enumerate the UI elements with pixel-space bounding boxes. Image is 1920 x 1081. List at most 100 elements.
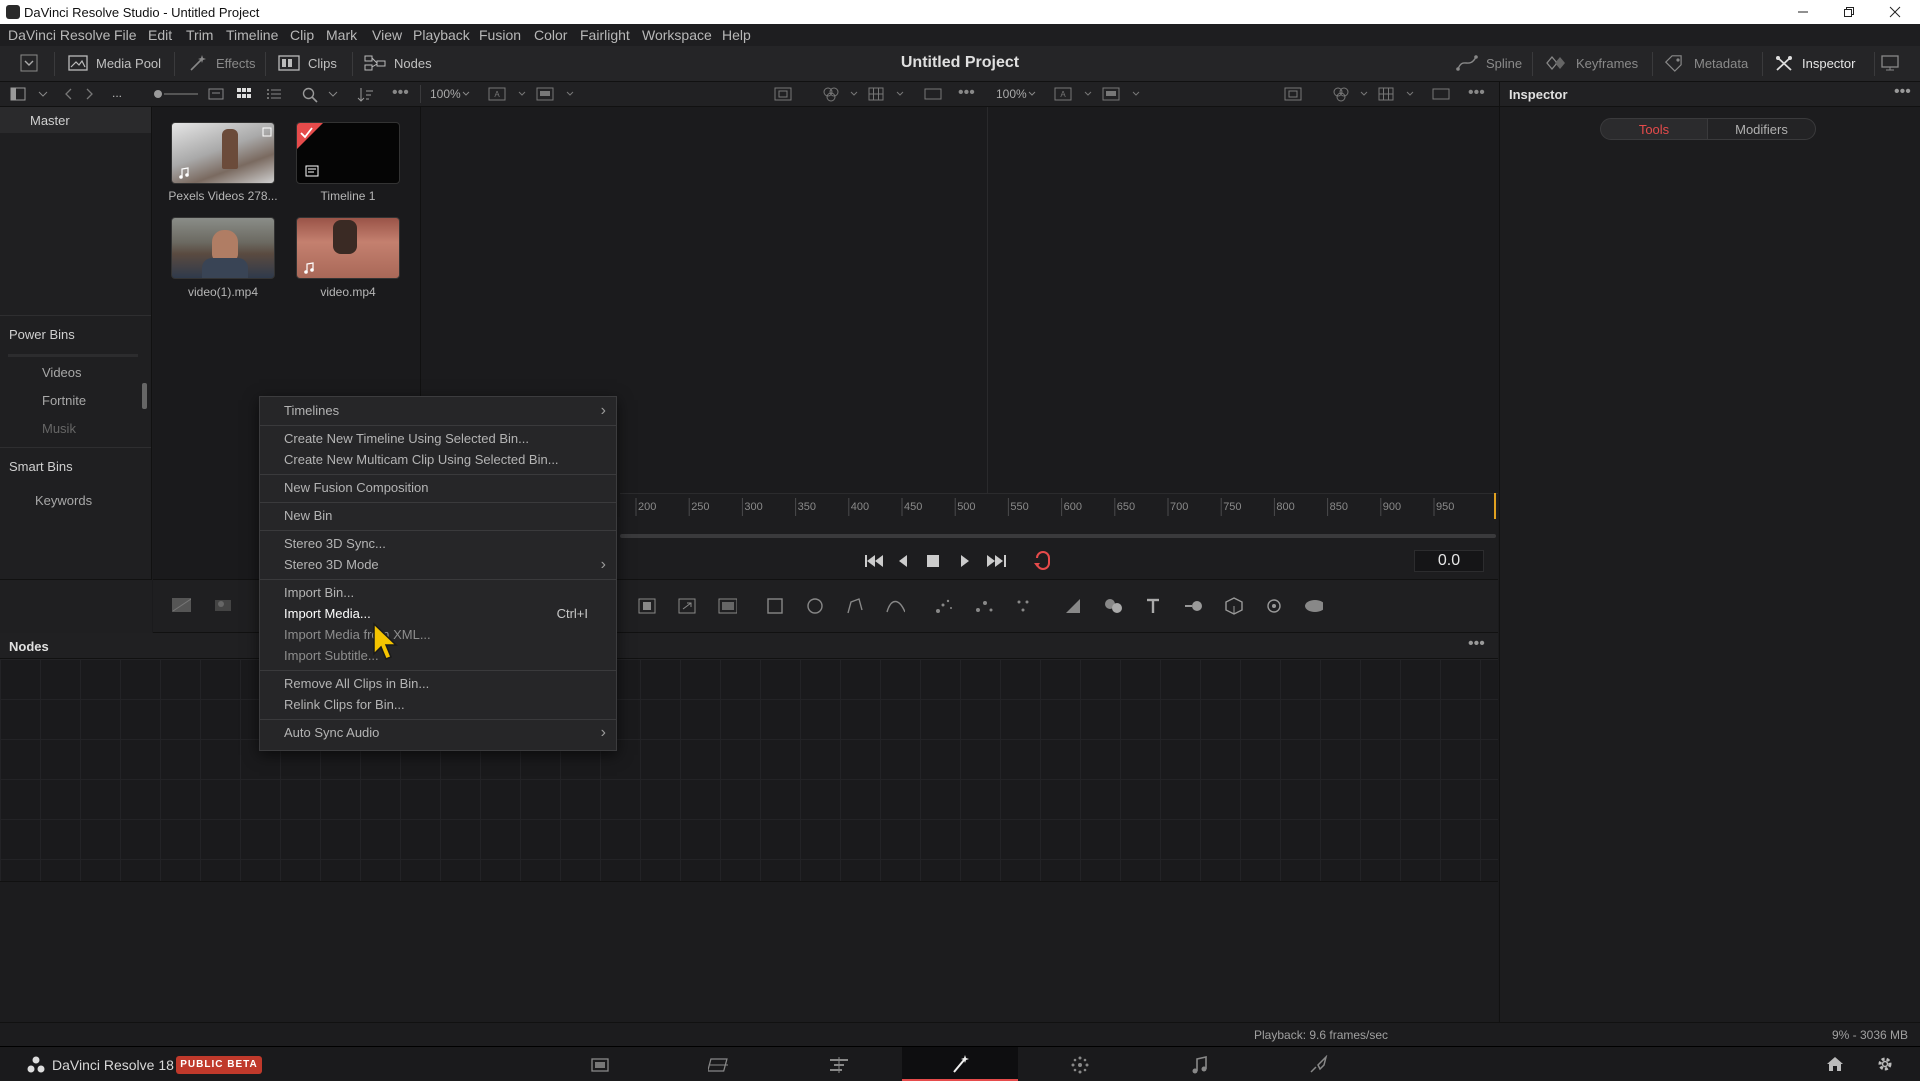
search-icon[interactable] [302, 87, 318, 103]
viewer-options-icon[interactable]: ••• [1468, 84, 1485, 102]
particle-render-icon[interactable] [973, 596, 993, 616]
viewer-zoom-left[interactable]: 100% [430, 87, 461, 101]
timeline-thumbnail[interactable] [296, 122, 400, 184]
viewer-b-icon[interactable]: A [1054, 87, 1072, 101]
context-menu-item[interactable]: Import Bin... [260, 582, 616, 603]
menu-workspace[interactable]: Workspace [642, 27, 712, 43]
context-menu-item[interactable]: Relink Clips for Bin... [260, 694, 616, 715]
nodes-button[interactable]: Nodes [364, 54, 432, 72]
metadata-button[interactable]: Metadata [1664, 54, 1748, 72]
context-menu-item[interactable]: Remove All Clips in Bin... [260, 673, 616, 694]
go-to-end-icon[interactable] [986, 553, 1008, 569]
text-tool-icon[interactable] [1143, 596, 1163, 616]
menu-fairlight[interactable]: Fairlight [580, 27, 630, 43]
fusion-page-tab-active[interactable] [902, 1047, 1018, 1081]
menu-color[interactable]: Color [534, 27, 567, 43]
menu-view[interactable]: View [372, 27, 402, 43]
master-bin[interactable]: Master [0, 107, 151, 133]
restore-button[interactable] [1826, 0, 1872, 24]
play-icon[interactable] [958, 553, 972, 569]
chevron-down-icon[interactable] [1132, 91, 1140, 97]
viewer-layout-icon[interactable] [1102, 87, 1120, 101]
context-menu-item[interactable]: Stereo 3D Sync... [260, 533, 616, 554]
context-menu-item[interactable]: Timelines › [260, 400, 616, 421]
smart-bin-keywords[interactable]: Keywords [35, 493, 92, 508]
context-menu-item[interactable]: New Fusion Composition [260, 477, 616, 498]
paint-tool-icon[interactable] [1063, 596, 1083, 616]
timecode-display[interactable]: 0.0 [1414, 550, 1484, 572]
shape-3d-icon[interactable] [1223, 596, 1243, 616]
media-page-icon[interactable] [590, 1055, 610, 1075]
go-to-start-icon[interactable] [864, 553, 884, 569]
panel-toggle-button[interactable] [20, 54, 38, 72]
gear-icon[interactable] [1876, 1055, 1896, 1075]
media-pool-button[interactable]: Media Pool [68, 54, 161, 72]
background-tool-icon[interactable] [171, 596, 191, 616]
edit-page-icon[interactable] [828, 1055, 848, 1075]
menu-fusion[interactable]: Fusion [479, 27, 521, 43]
timeline-ruler[interactable]: 200 250 300 350 400 450 500 550 600 650 700 750 800 8… [620, 493, 1498, 517]
context-menu-item[interactable]: New Bin [260, 505, 616, 526]
menu-clip[interactable]: Clip [290, 27, 314, 43]
menu-help[interactable]: Help [722, 27, 751, 43]
blur-tool-icon[interactable] [1183, 596, 1203, 616]
inspector-button[interactable]: Inspector [1774, 54, 1855, 72]
clips-button[interactable]: Clips [278, 54, 337, 72]
sidebar-toggle-icon[interactable] [10, 87, 26, 101]
playhead[interactable] [1494, 493, 1496, 519]
menu-davinci-resolve[interactable]: DaVinci Resolve [8, 27, 110, 43]
stop-icon[interactable] [926, 554, 940, 568]
grid-icon[interactable] [868, 87, 884, 101]
context-menu-item[interactable]: Auto Sync Audio › [260, 722, 616, 743]
chevron-down-icon[interactable] [1028, 91, 1036, 97]
scrub-bar[interactable] [620, 534, 1496, 538]
home-icon[interactable] [1826, 1055, 1846, 1075]
power-bin-videos[interactable]: Videos [42, 365, 82, 380]
viewer-zoom-right[interactable]: 100% [996, 87, 1027, 101]
sort-icon[interactable] [356, 87, 374, 103]
color-page-icon[interactable] [1070, 1055, 1090, 1075]
power-bin-fortnite[interactable]: Fortnite [42, 393, 86, 408]
particle-merge-icon[interactable] [1013, 596, 1033, 616]
frame-icon[interactable] [1432, 87, 1450, 101]
back-arrow-icon[interactable] [64, 88, 74, 100]
play-reverse-icon[interactable] [896, 553, 910, 569]
particle-emitter-icon[interactable] [933, 596, 953, 616]
media-thumbnail[interactable] [171, 217, 275, 279]
keyframes-button[interactable]: Keyframes [1546, 54, 1638, 72]
image-plane-icon[interactable] [213, 596, 233, 616]
metadata-view-icon[interactable] [208, 87, 224, 101]
polygon-mask-icon[interactable] [845, 596, 865, 616]
menu-playback[interactable]: Playback [413, 27, 470, 43]
forward-arrow-icon[interactable] [84, 88, 94, 100]
chevron-down-icon[interactable] [1406, 91, 1414, 97]
frame-icon[interactable] [924, 87, 942, 101]
menu-trim[interactable]: Trim [186, 27, 213, 43]
crop-tool-icon[interactable] [717, 596, 737, 616]
more-options-icon[interactable]: ••• [392, 84, 409, 102]
menu-mark[interactable]: Mark [326, 27, 357, 43]
chevron-down-icon[interactable] [38, 90, 48, 98]
rectangle-mask-icon[interactable] [765, 596, 785, 616]
sidebar-scrollbar[interactable] [142, 383, 147, 409]
menu-edit[interactable]: Edit [148, 27, 172, 43]
loop-icon[interactable] [1032, 551, 1054, 571]
merge-tool-icon[interactable] [637, 596, 657, 616]
tab-tools[interactable]: Tools [1600, 118, 1708, 140]
nodes-options-icon[interactable]: ••• [1468, 635, 1485, 653]
spline-button[interactable]: Spline [1456, 54, 1522, 72]
context-menu-item[interactable]: Import Subtitle... [260, 645, 616, 666]
context-menu-item[interactable]: Import Media... Ctrl+I [260, 603, 616, 624]
context-menu-item[interactable]: Stereo 3D Mode › [260, 554, 616, 575]
menu-file[interactable]: File [114, 27, 137, 43]
media-thumbnail[interactable] [171, 122, 275, 184]
viewer-options-icon[interactable]: ••• [958, 84, 975, 102]
chevron-down-icon[interactable] [518, 91, 526, 97]
list-view-icon[interactable] [266, 87, 282, 101]
color-corrector-icon[interactable] [1103, 596, 1123, 616]
chevron-down-icon[interactable] [328, 90, 338, 98]
fairlight-page-icon[interactable] [1190, 1055, 1210, 1075]
chevron-down-icon[interactable] [850, 91, 858, 97]
thumbnail-size-slider[interactable] [150, 88, 200, 100]
ellipse-mask-icon[interactable] [805, 596, 825, 616]
